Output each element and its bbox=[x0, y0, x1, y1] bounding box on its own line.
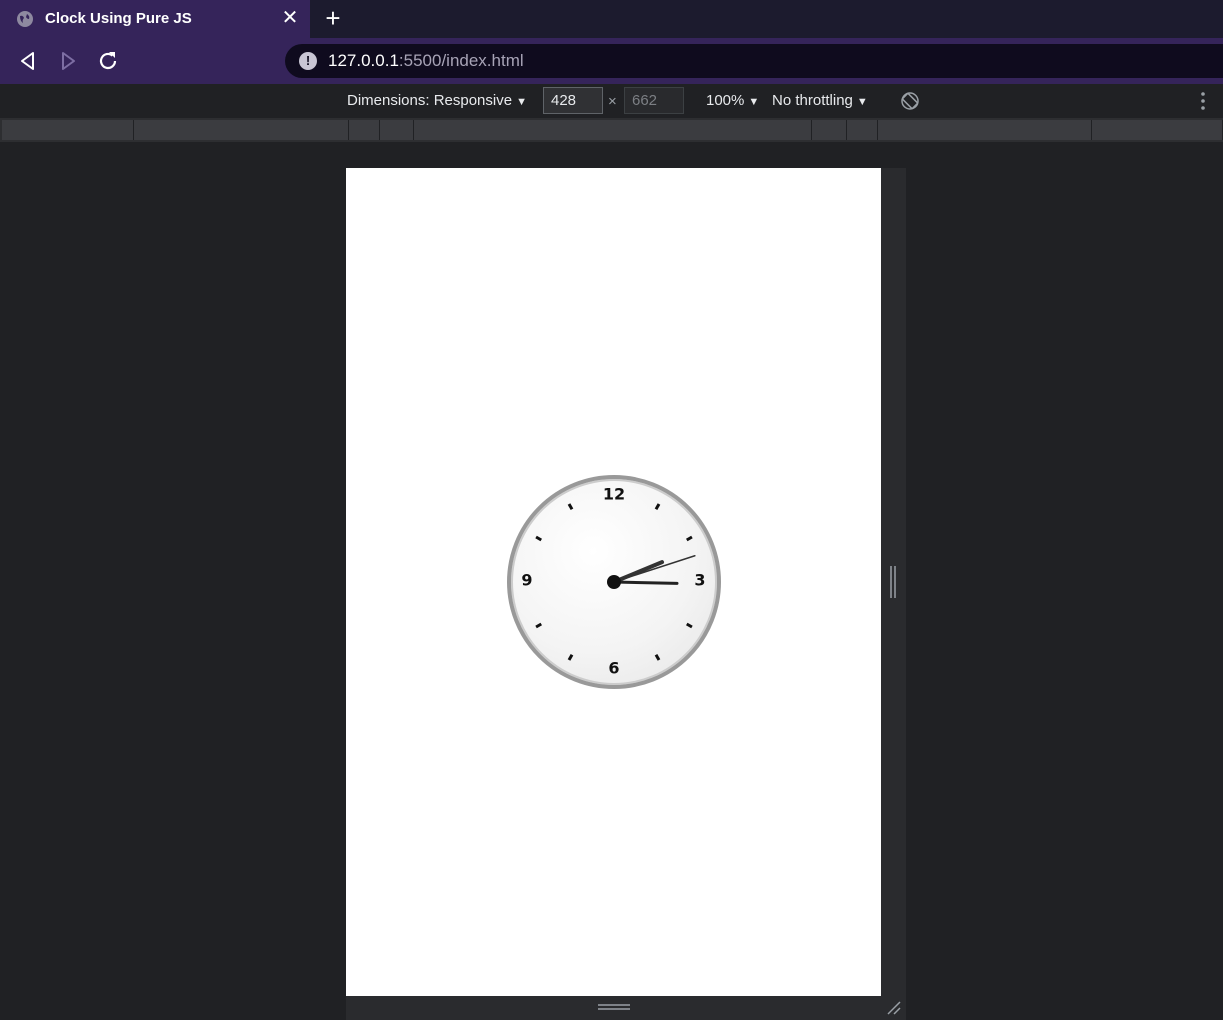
new-tab-button[interactable]: + bbox=[320, 5, 346, 32]
rotate-icon[interactable] bbox=[900, 91, 920, 111]
zoom-label: 100% bbox=[706, 92, 745, 109]
vertical-grip-icon bbox=[890, 566, 896, 598]
globe-icon bbox=[17, 11, 33, 27]
zoom-dropdown[interactable]: 100% ▼ bbox=[706, 92, 759, 109]
device-toolbar: Dimensions: Responsive ▼ 428 × 662 100% ▼ … bbox=[0, 84, 1223, 118]
ruler-segment[interactable] bbox=[878, 120, 1092, 140]
hour-tick bbox=[567, 503, 574, 511]
more-options-icon[interactable] bbox=[1196, 90, 1210, 112]
hour-tick bbox=[685, 622, 693, 629]
bottom-resize-handle[interactable] bbox=[346, 996, 906, 1020]
page-viewport: 12 3 6 9 bbox=[346, 168, 881, 996]
ruler-segment[interactable] bbox=[134, 120, 349, 140]
center-pin bbox=[607, 575, 621, 589]
site-info-icon[interactable]: ! bbox=[299, 52, 317, 70]
throttling-label: No throttling bbox=[772, 92, 853, 109]
reload-icon[interactable] bbox=[95, 48, 121, 74]
times-separator: × bbox=[608, 93, 617, 110]
url-host: 127.0.0.1 bbox=[328, 51, 399, 70]
address-bar[interactable]: ! 127.0.0.1:5500/index.html bbox=[285, 44, 1223, 78]
numeral-9: 9 bbox=[521, 570, 533, 590]
chevron-down-icon: ▼ bbox=[516, 96, 527, 108]
tab-title: Clock Using Pure JS bbox=[45, 10, 192, 27]
ruler-segment[interactable] bbox=[349, 120, 380, 140]
browser-tab[interactable]: Clock Using Pure JS ✕ bbox=[0, 0, 310, 38]
numeral-12: 12 bbox=[602, 484, 626, 504]
corner-resize-icon[interactable] bbox=[886, 1000, 902, 1016]
height-input[interactable]: 662 bbox=[624, 87, 684, 114]
ruler-segment[interactable] bbox=[2, 120, 134, 140]
horizontal-grip-icon bbox=[598, 1004, 630, 1010]
dimensions-dropdown[interactable]: Dimensions: Responsive ▼ bbox=[347, 92, 527, 109]
hour-tick bbox=[535, 535, 543, 542]
ruler-segment[interactable] bbox=[380, 120, 414, 140]
second-hand bbox=[613, 554, 696, 583]
tab-close-icon[interactable]: ✕ bbox=[280, 7, 300, 29]
ruler-segment[interactable] bbox=[1092, 120, 1223, 140]
side-resize-handle[interactable] bbox=[881, 168, 906, 996]
ruler-segment[interactable] bbox=[847, 120, 878, 140]
hour-tick bbox=[685, 535, 693, 542]
chevron-down-icon: ▼ bbox=[856, 96, 868, 108]
browser-toolbar: ! 127.0.0.1:5500/index.html bbox=[0, 38, 1223, 84]
chevron-down-icon: ▼ bbox=[748, 96, 760, 108]
clock-face bbox=[535, 503, 696, 661]
analog-clock: 12 3 6 9 bbox=[507, 475, 721, 689]
tab-strip: Clock Using Pure JS ✕ + bbox=[0, 0, 1223, 38]
hour-tick bbox=[654, 503, 661, 511]
url-path: :5500/index.html bbox=[398, 51, 524, 70]
minute-hand bbox=[612, 580, 679, 585]
width-input[interactable]: 428 bbox=[543, 87, 603, 114]
back-icon[interactable] bbox=[15, 48, 41, 74]
ruler-segment[interactable] bbox=[812, 120, 847, 140]
numeral-3: 3 bbox=[694, 570, 706, 590]
numeral-6: 6 bbox=[608, 658, 620, 678]
hour-tick bbox=[567, 653, 574, 661]
ruler-segment[interactable] bbox=[414, 120, 812, 140]
throttling-dropdown[interactable]: No throttling ▼ bbox=[772, 92, 868, 109]
dimensions-label: Dimensions: Responsive bbox=[347, 92, 513, 109]
hour-tick bbox=[535, 622, 543, 629]
hour-tick bbox=[654, 653, 661, 661]
url-text: 127.0.0.1:5500/index.html bbox=[328, 51, 524, 71]
media-query-ruler[interactable] bbox=[0, 118, 1223, 142]
forward-icon[interactable] bbox=[55, 48, 81, 74]
